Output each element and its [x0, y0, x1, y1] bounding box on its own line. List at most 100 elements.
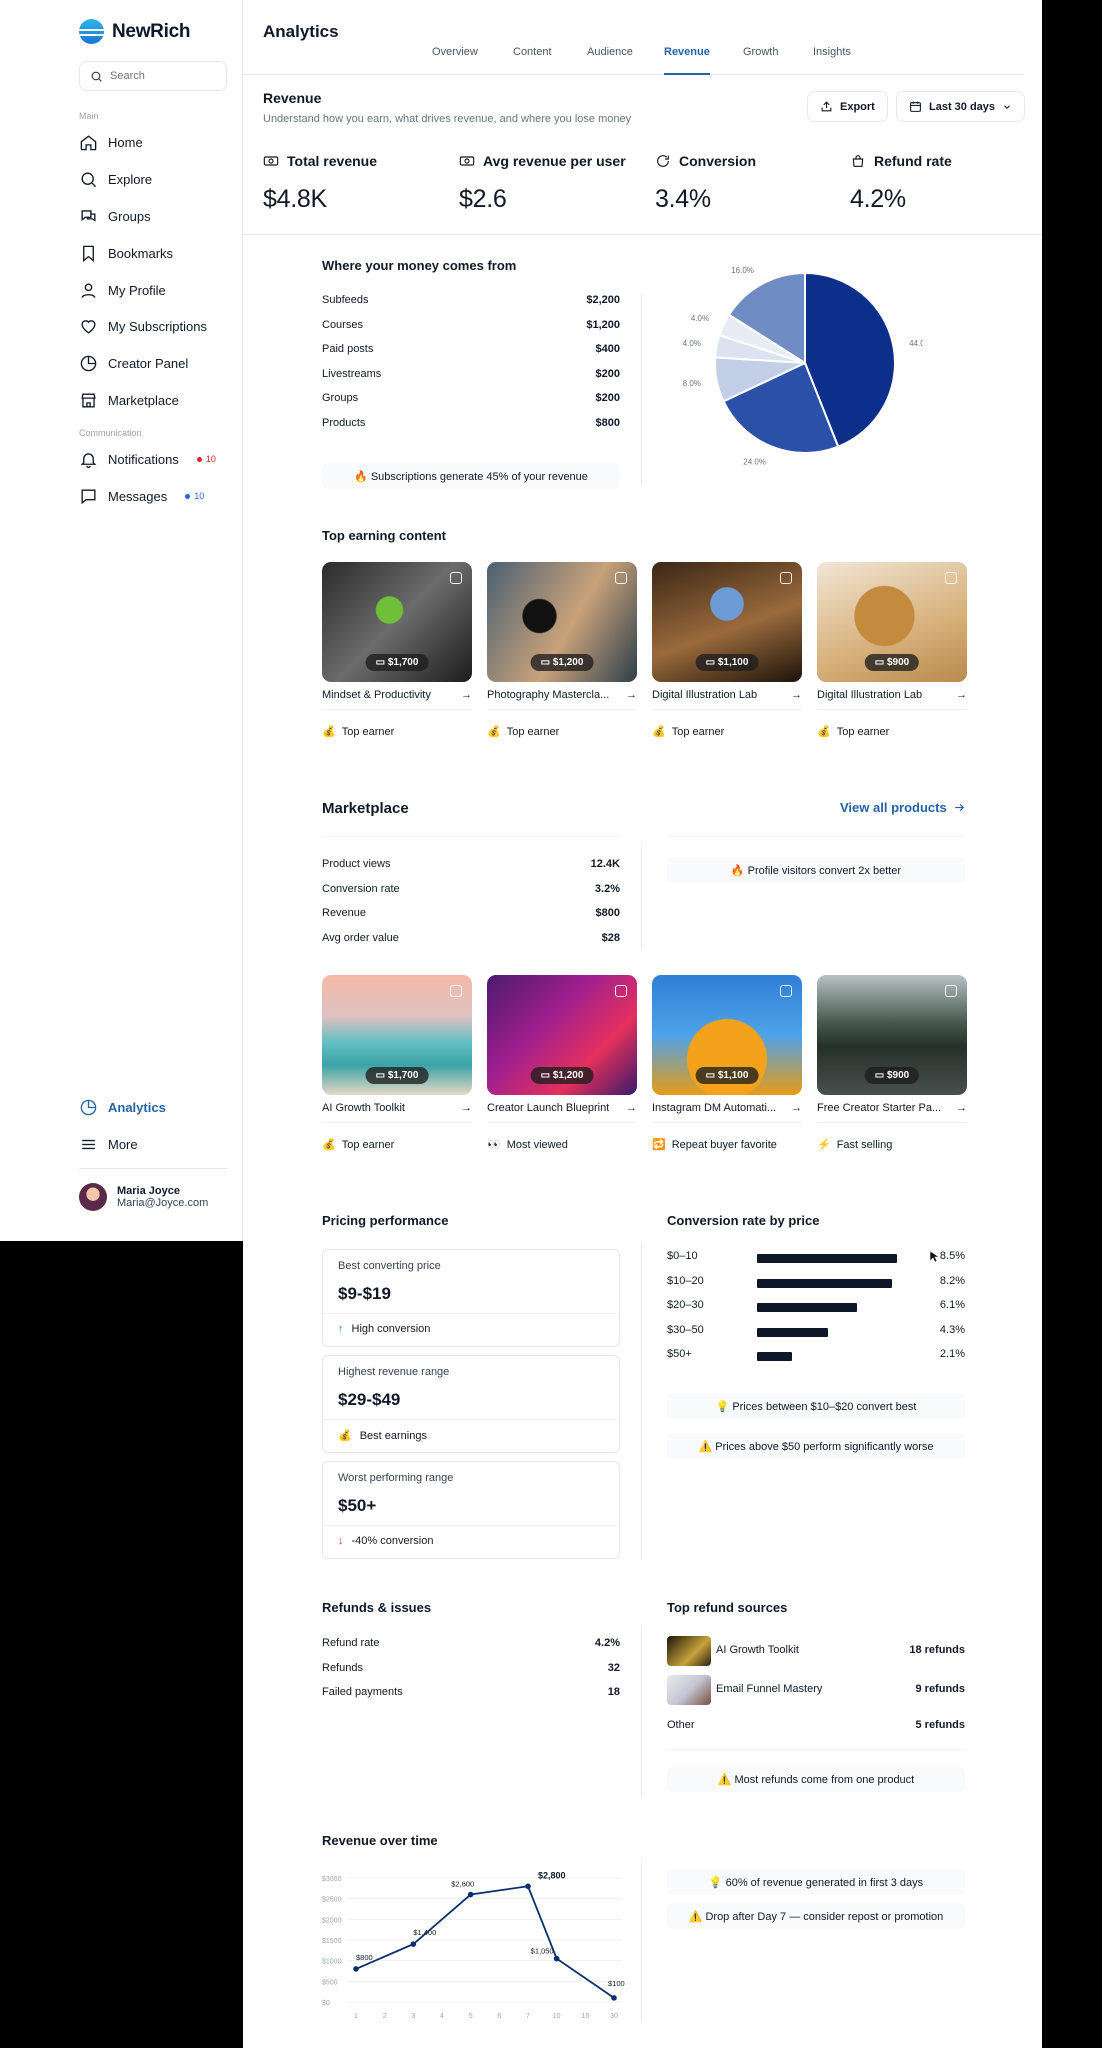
conversion-bar	[757, 1352, 792, 1361]
sidebar-item-label: Creator Panel	[108, 355, 189, 371]
arrow-right-icon[interactable]: →	[461, 689, 472, 701]
divider	[322, 709, 472, 710]
user-profile[interactable]: Maria Joyce Maria@Joyce.com	[79, 1183, 208, 1211]
kpi-label: Refund rate	[874, 153, 952, 169]
home-icon	[80, 134, 97, 150]
arrow-right-icon[interactable]: →	[956, 1102, 967, 1114]
insight-note: 🔥 Profile visitors convert 2x better	[667, 857, 965, 883]
pie-slice-label: 4.0%	[691, 314, 709, 323]
arrow-right-icon[interactable]: →	[791, 1102, 802, 1114]
x-tick-label: 2	[383, 2013, 387, 2020]
card-title-row: Digital Illustration Lab →	[817, 689, 967, 701]
sidebar-item-analytics[interactable]: Analytics	[79, 1096, 166, 1118]
insight-note: ⚠️ Prices above $50 perform significantl…	[667, 1433, 965, 1459]
export-button[interactable]: Export	[807, 91, 888, 122]
sidebar-item-home[interactable]: Home	[79, 131, 143, 153]
date-range-label: Last 30 days	[929, 100, 996, 113]
arrow-right-icon[interactable]: →	[791, 689, 802, 701]
row-label: Failed payments	[322, 1686, 403, 1698]
store-icon	[81, 392, 96, 408]
card-type-icon	[945, 572, 957, 584]
badge-icon: 💰	[322, 1139, 336, 1151]
x-tick-label: 1	[354, 2013, 358, 2020]
data-point	[467, 1891, 474, 1898]
pie-slice-label: 16.0%	[731, 266, 754, 275]
data-point	[410, 1941, 417, 1947]
price-value: $1,100	[717, 1070, 749, 1081]
card-type-icon	[450, 985, 462, 997]
tab-growth[interactable]: Growth	[743, 45, 778, 75]
heart-icon	[81, 319, 96, 334]
row-value: $400	[595, 343, 620, 355]
divider	[487, 1122, 637, 1123]
revenue-source-row: Products $800	[322, 417, 620, 429]
card-badge: 💰 Top earner	[322, 1138, 472, 1152]
arrow-right-icon[interactable]: →	[461, 1102, 472, 1114]
sidebar-item-my-subscriptions[interactable]: My Subscriptions	[79, 315, 207, 337]
divider	[641, 295, 642, 485]
refund-stat-row: Refund rate 4.2%	[322, 1637, 620, 1649]
view-all-products-link[interactable]: View all products	[840, 800, 966, 815]
price-tag: ▭ $1,200	[530, 654, 594, 671]
product-card[interactable]: ▭ $900 Free Creator Starter Pa... → ⚡ Fast s…	[817, 975, 967, 1151]
data-label: $2,600	[451, 1880, 474, 1889]
product-card[interactable]: ▭ $1,700 AI Growth Toolkit → 💰 Top earner	[322, 975, 472, 1151]
sidebar-item-label: Groups	[108, 208, 151, 224]
price-value: $900	[886, 657, 910, 668]
tab-overview[interactable]: Overview	[432, 45, 478, 75]
refund-source-label[interactable]: AI Growth Toolkit	[716, 1644, 866, 1656]
sidebar-item-more[interactable]: More	[79, 1133, 138, 1155]
arrow-right-icon[interactable]: →	[626, 1102, 637, 1114]
refund-source-label: Other	[667, 1719, 695, 1731]
top-content-card[interactable]: ▭ $900 Digital Illustration Lab → 💰 Top earn…	[817, 562, 967, 738]
card-type-icon	[615, 572, 627, 584]
search-input[interactable]: Search	[79, 61, 227, 91]
pricing-value: $29-$49	[338, 1390, 401, 1409]
arrow-right-icon[interactable]: →	[626, 689, 637, 701]
revenue-source-row: Livestreams $200	[322, 368, 620, 380]
top-content-card[interactable]: ▭ $1,200 Photography Mastercla... → 💰 Top ea…	[487, 562, 637, 738]
sidebar-item-creator-panel[interactable]: Creator Panel	[79, 352, 188, 374]
date-range-select[interactable]: Last 30 days	[896, 91, 1026, 122]
kpi-value: $2.6	[459, 185, 507, 213]
sidebar-item-groups[interactable]: Groups	[79, 205, 151, 227]
sidebar-item-messages[interactable]: Messages 10	[79, 485, 204, 507]
product-card[interactable]: ▭ $1,100 Instagram DM Automati... → 🔁 Repeat…	[652, 975, 802, 1151]
row-label: Product views	[322, 858, 391, 870]
pricing-footer-label: Best earnings	[359, 1429, 427, 1442]
tab-audience[interactable]: Audience	[587, 45, 633, 75]
app-logo[interactable]: NewRich	[79, 19, 190, 44]
sidebar-item-my-profile[interactable]: My Profile	[79, 279, 166, 301]
tab-content[interactable]: Content	[513, 45, 552, 75]
row-value: $28	[601, 931, 620, 944]
sidebar-item-marketplace[interactable]: Marketplace	[79, 389, 179, 411]
sidebar-item-bookmarks[interactable]: Bookmarks	[79, 242, 173, 264]
badge-label: Most viewed	[506, 1138, 568, 1151]
card-badge: 💰 Top earner	[652, 725, 802, 739]
price-tag: ▭ $1,100	[695, 654, 759, 671]
arrow-up-icon: ↑	[338, 1323, 344, 1335]
price-tag: ▭ $1,700	[365, 1067, 429, 1084]
sidebar-item-explore[interactable]: Explore	[79, 168, 152, 190]
sidebar-item-label: Explore	[108, 171, 153, 187]
card-title-row: Creator Launch Blueprint →	[487, 1102, 637, 1114]
price-tag: ▭ $1,700	[365, 654, 429, 671]
kpi-value: 4.2%	[850, 185, 906, 213]
data-point	[553, 1955, 560, 1962]
tab-revenue[interactable]: Revenue	[664, 45, 710, 75]
bar-value-label: 6.1%	[939, 1299, 965, 1311]
user-email: Maria@Joyce.com	[117, 1197, 209, 1209]
row-label: Courses	[322, 318, 363, 331]
badge-icon: 💰	[487, 726, 501, 738]
row-label: Avg order value	[322, 931, 399, 944]
top-content-card[interactable]: ▭ $1,700 Mindset & Productivity → 💰 Top earn…	[322, 562, 472, 738]
card-title: Creator Launch Blueprint	[487, 1102, 610, 1114]
bookmark-icon	[83, 245, 94, 262]
product-card[interactable]: ▭ $1,200 Creator Launch Blueprint → 👀 Most v…	[487, 975, 637, 1151]
refund-source-label[interactable]: Email Funnel Mastery	[716, 1683, 866, 1695]
conversion-bar	[757, 1254, 897, 1263]
sidebar-item-notifications[interactable]: Notifications 10	[79, 448, 216, 470]
arrow-right-icon[interactable]: →	[956, 689, 967, 701]
tab-insights[interactable]: Insights	[813, 45, 851, 75]
top-content-card[interactable]: ▭ $1,100 Digital Illustration Lab → 💰 Top ea…	[652, 562, 802, 738]
